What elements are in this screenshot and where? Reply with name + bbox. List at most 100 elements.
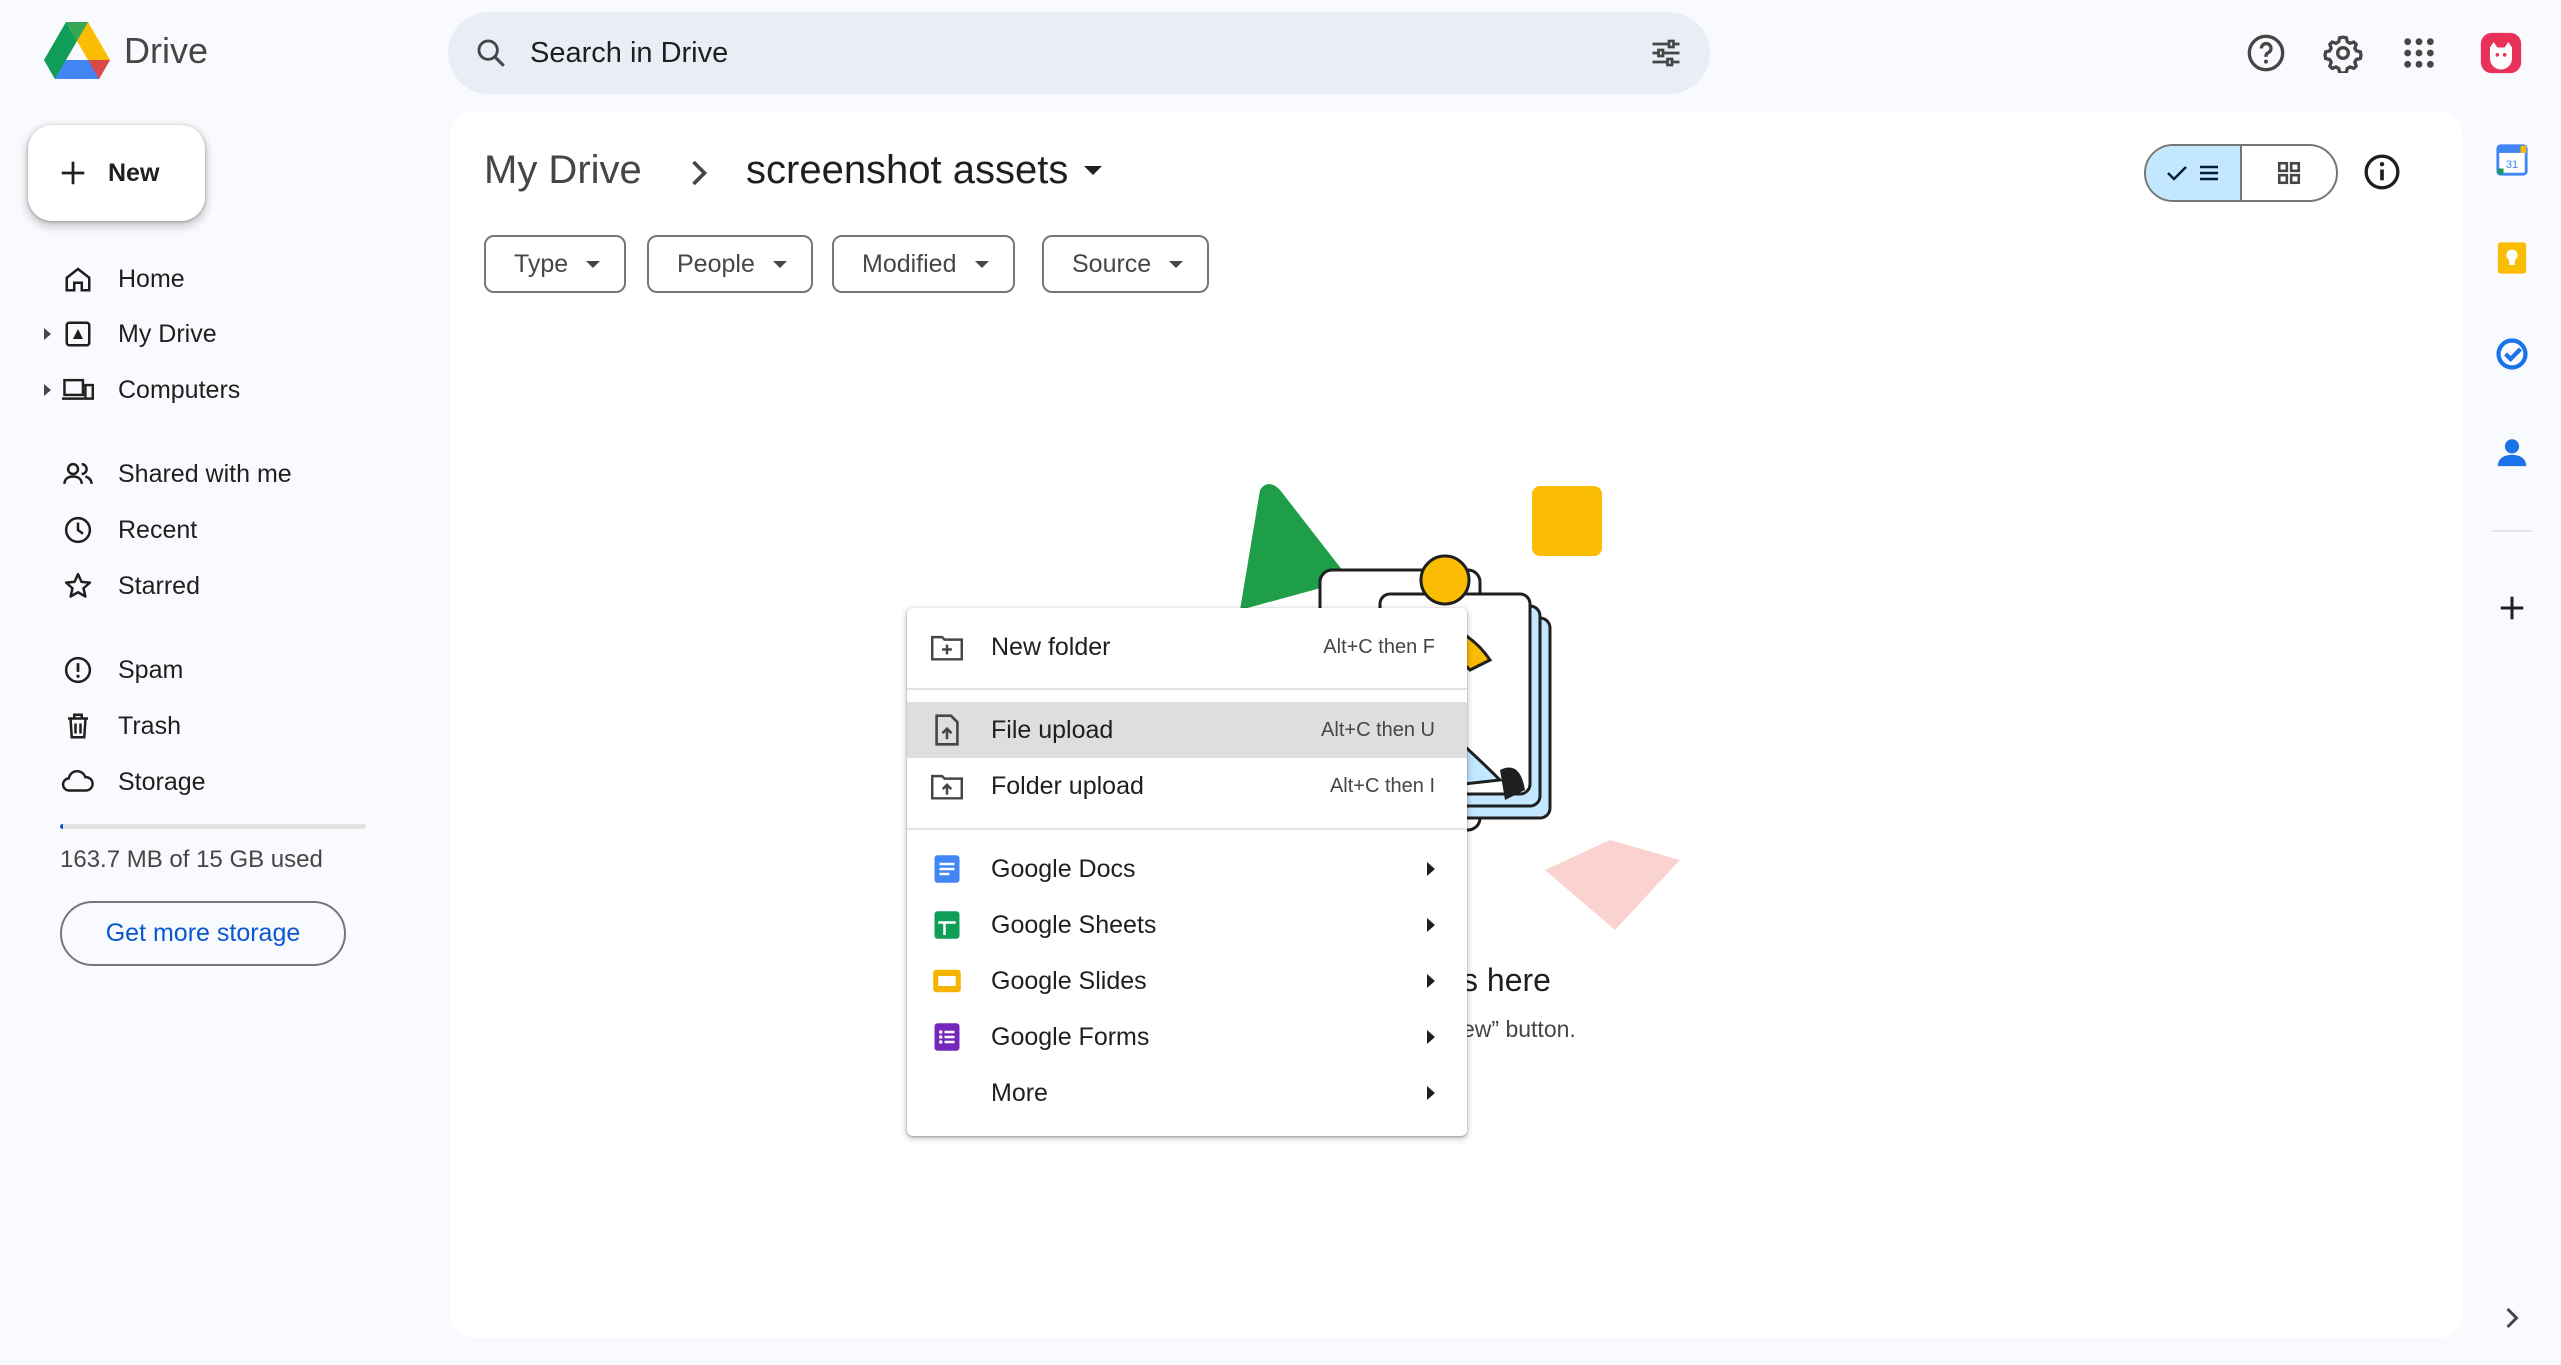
menu-item-more[interactable]: More [907,1065,1467,1121]
sidebar-item-starred[interactable]: Starred [40,558,200,614]
menu-item-google-forms[interactable]: Google Forms [907,1009,1467,1065]
cloud-icon [60,764,96,800]
menu-item-label: Google Sheets [991,910,1157,939]
keep-notes-icon[interactable] [2492,238,2532,278]
sidebar-item-label: Storage [118,767,206,796]
current-folder-name: screenshot assets [746,148,1069,192]
caret-down-icon [1084,166,1103,175]
empty-state-title: s here [1462,962,1551,998]
calendar-icon[interactable]: 31 [2492,140,2532,180]
sidebar-item-shared-with-me[interactable]: Shared with me [40,446,292,502]
sidebar-item-label: Spam [118,655,184,684]
contacts-icon[interactable] [2492,432,2532,472]
grid-view-button[interactable] [2242,146,2336,200]
spam-icon [60,652,96,688]
new-folder-icon [929,629,965,665]
caret-down-icon [772,260,787,268]
menu-item-label: New folder [991,632,1111,661]
caret-down-icon [1169,260,1184,268]
my-drive-icon [60,316,96,352]
clock-icon [60,512,96,548]
tasks-icon[interactable] [2492,334,2532,374]
info-icon[interactable] [2362,152,2402,197]
menu-item-label: Google Slides [991,966,1147,995]
plus-icon [61,161,85,185]
sidebar-item-label: Shared with me [118,459,292,488]
get-more-storage-button[interactable]: Get more storage [60,901,346,966]
star-icon [60,568,96,604]
keyboard-shortcut: Alt+C then I [1329,774,1435,797]
computers-icon [60,372,96,408]
account-avatar[interactable] [2478,30,2524,76]
expand-caret-icon[interactable] [44,328,51,340]
settings-gear-icon[interactable] [2320,30,2366,76]
menu-item-label: Google Forms [991,1022,1150,1051]
sidebar-item-home[interactable]: Home [40,251,185,307]
search-options-icon[interactable] [1648,35,1684,71]
list-icon [2200,165,2218,181]
chip-label: Source [1072,249,1152,278]
menu-item-google-sheets[interactable]: Google Sheets [907,897,1467,953]
trash-icon [60,708,96,744]
search-input[interactable]: Search in Drive [530,37,1648,70]
empty-state-subtitle: ew” button. [1462,1016,1576,1042]
submenu-arrow-icon [1427,1030,1435,1044]
submenu-arrow-icon [1427,918,1435,932]
svg-text:31: 31 [2506,159,2519,171]
submenu-arrow-icon [1427,974,1435,988]
sidebar-item-spam[interactable]: Spam [40,642,183,698]
chip-label: Type [514,249,569,278]
filter-modified-chip[interactable]: Modified [832,235,1015,293]
drive-logo[interactable]: Drive [44,22,208,80]
rail-divider [2492,530,2532,532]
menu-item-folder-upload[interactable]: Folder upload Alt+C then I [907,758,1467,814]
expand-side-panel-chevron-icon[interactable] [2492,1298,2532,1338]
google-docs-icon [929,851,965,887]
sidebar-item-label: Starred [118,571,200,600]
caret-down-icon [586,260,601,268]
filter-type-chip[interactable]: Type [484,235,627,293]
caret-down-icon [974,260,989,268]
grid-icon [2277,161,2301,185]
new-button[interactable]: New [28,125,205,221]
breadcrumb-current-folder[interactable]: screenshot assets [746,148,1103,193]
drive-logo-icon [44,22,110,79]
new-button-label: New [108,158,160,187]
keyboard-shortcut: Alt+C then F [1323,635,1435,658]
sidebar-item-storage[interactable]: Storage [40,754,206,810]
menu-item-label: More [991,1078,1048,1107]
app-name: Drive [124,30,209,71]
expand-caret-icon[interactable] [44,384,51,396]
apps-grid-icon[interactable] [2396,30,2442,76]
sidebar-item-label: Recent [118,515,198,544]
breadcrumb-my-drive[interactable]: My Drive [484,148,642,193]
menu-item-file-upload[interactable]: File upload Alt+C then U [907,702,1467,758]
search-icon[interactable] [474,36,508,70]
filter-people-chip[interactable]: People [647,235,813,293]
check-icon [2167,166,2187,181]
shared-icon [60,456,96,492]
sidebar-item-computers[interactable]: Computers [40,362,240,418]
sidebar-item-label: My Drive [118,319,217,348]
sidebar-item-recent[interactable]: Recent [40,502,197,558]
sidebar-item-my-drive[interactable]: My Drive [40,306,217,362]
menu-item-google-slides[interactable]: Google Slides [907,953,1467,1009]
menu-item-new-folder[interactable]: New folder Alt+C then F [907,619,1467,675]
filter-source-chip[interactable]: Source [1042,235,1210,293]
view-toggle[interactable] [2144,144,2338,202]
submenu-arrow-icon [1427,862,1435,876]
chip-label: People [677,249,755,278]
google-sheets-icon [929,907,965,943]
menu-item-google-docs[interactable]: Google Docs [907,841,1467,897]
storage-meter [60,824,366,829]
list-view-button[interactable] [2146,146,2242,200]
google-slides-icon [929,963,965,999]
menu-divider [907,688,1467,690]
sidebar-item-label: Trash [118,711,181,740]
help-icon[interactable] [2243,30,2289,76]
search-bar[interactable]: Search in Drive [448,12,1710,94]
menu-divider [907,828,1467,830]
sidebar-item-trash[interactable]: Trash [40,698,181,754]
keyboard-shortcut: Alt+C then U [1321,718,1435,741]
get-add-ons-plus-icon[interactable] [2492,588,2532,628]
